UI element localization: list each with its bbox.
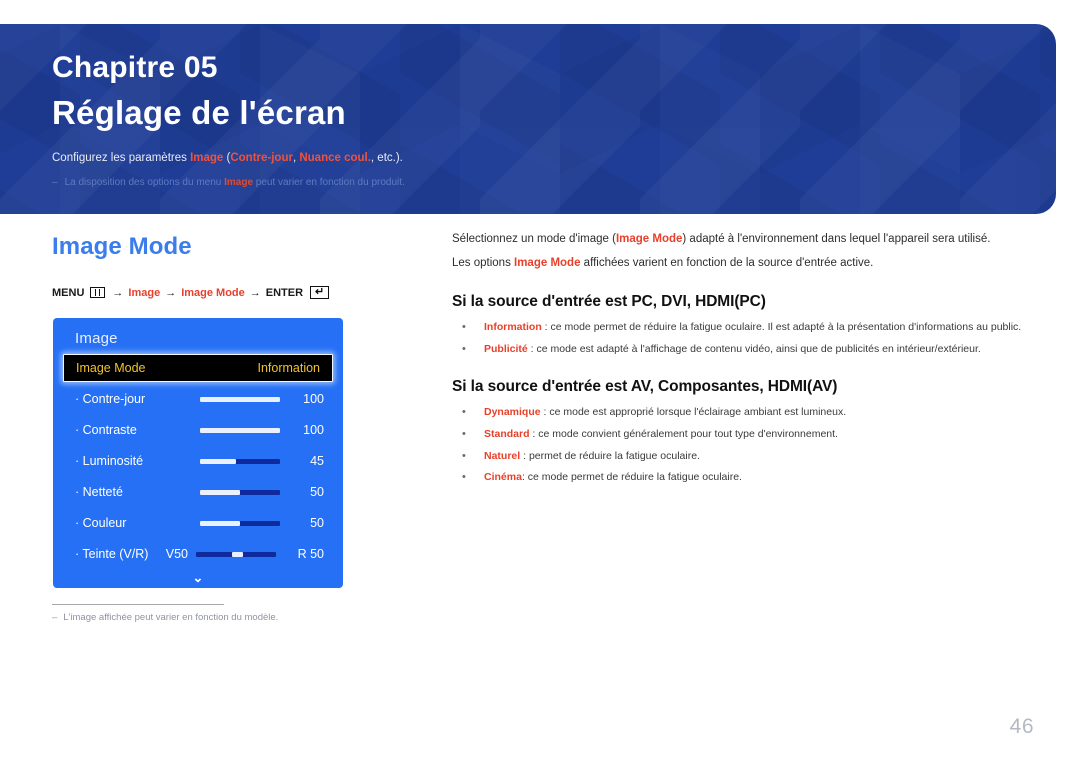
footnote-divider — [52, 604, 224, 605]
osd-slider-couleur[interactable] — [200, 520, 280, 526]
banner-desc-image-term: Image — [190, 152, 224, 164]
list-item: Naturel : permet de réduire la fatigue o… — [452, 449, 1028, 464]
mode-term: Standard — [484, 427, 530, 440]
osd-row-value: 50 — [310, 485, 324, 499]
mode-term: Naturel — [484, 449, 521, 462]
breadcrumb-menu-label: MENU — [52, 286, 85, 299]
mode-desc: : ce mode permet de réduire la fatigue o… — [521, 471, 742, 484]
intro-1-post: ) adapté à l'environnement dans lequel l… — [682, 233, 991, 245]
chapter-banner: Chapitre 05 Réglage de l'écran Configure… — [0, 24, 1056, 214]
osd-row-label: · Contre-jour — [75, 392, 146, 406]
osd-row-contre-jour[interactable]: · Contre-jour 100 — [53, 384, 343, 414]
subsection-heading-av: Si la source d'entrée est AV, Composante… — [452, 378, 838, 396]
osd-slider-contre-jour[interactable] — [200, 396, 280, 402]
menu-grid-icon — [90, 287, 106, 298]
footnote-text: L'image affichée peut varier en fonction… — [63, 612, 279, 623]
mode-desc: : ce mode convient généralement pour tou… — [529, 427, 838, 440]
mode-desc: : ce mode est approprié lorsque l'éclair… — [540, 406, 847, 419]
osd-slider-luminosite[interactable] — [200, 458, 280, 464]
list-item: Standard : ce mode convient généralement… — [452, 427, 1028, 442]
page-number: 46 — [1009, 715, 1034, 738]
osd-row-label: Image Mode — [76, 361, 146, 375]
osd-row-label: · Teinte (V/R) — [75, 547, 149, 561]
osd-row-label: · Netteté — [75, 485, 123, 499]
breadcrumb-arrow-2: → — [165, 286, 177, 299]
breadcrumb-arrow-3: → — [249, 286, 261, 299]
list-item: Information : ce mode permet de réduire … — [452, 320, 1028, 335]
osd-row-value: 45 — [310, 454, 324, 468]
breadcrumb-item-image-mode: Image Mode — [181, 286, 245, 299]
main-content: Sélectionnez un mode d'image (Image Mode… — [452, 232, 1028, 493]
intro-2-term: Image Mode — [514, 256, 581, 269]
breadcrumb: MENU → Image → Image Mode → ENTER ↵ — [52, 286, 330, 299]
osd-tint-left-value: V50 — [165, 547, 188, 561]
intro-1-term: Image Mode — [615, 233, 683, 245]
intro-2-post: affichées varient en fonction de la sour… — [580, 256, 874, 269]
banner-desc-pre: Configurez les paramètres — [52, 152, 191, 164]
osd-row-image-mode[interactable]: Image Mode Information — [63, 354, 333, 382]
mode-desc: : ce mode permet de réduire la fatigue o… — [541, 321, 1022, 334]
intro-paragraph-1: Sélectionnez un mode d'image (Image Mode… — [452, 232, 1028, 248]
chapter-title: Réglage de l'écran — [52, 94, 346, 131]
footnote-dash: ‒ — [52, 612, 58, 623]
osd-slider-nettete[interactable] — [200, 489, 280, 495]
mode-term: Publicité — [484, 342, 528, 355]
list-item: Dynamique : ce mode est approprié lorsqu… — [452, 405, 1028, 420]
osd-menu-rows: Image Mode Information · Contre-jour 100… — [53, 354, 343, 584]
banner-note-image-term: Image — [224, 177, 254, 188]
mode-term: Information — [484, 321, 542, 334]
osd-menu-title: Image — [75, 330, 118, 347]
banner-desc-backlight-term: Contre-jour — [230, 152, 293, 164]
osd-row-teinte[interactable]: · Teinte (V/R) V50 R 50 — [53, 539, 343, 569]
osd-slider-teinte[interactable] — [196, 551, 276, 557]
mode-desc: : ce mode est adapté à l'affichage de co… — [527, 342, 981, 355]
banner-note-dash: ‒ — [52, 177, 58, 188]
page-title: Image Mode — [52, 233, 192, 260]
banner-desc-post: , etc.). — [370, 152, 403, 164]
chapter-number: Chapitre 05 — [52, 51, 218, 84]
intro-2-pre: Les options — [452, 256, 515, 269]
enter-key-icon: ↵ — [310, 286, 330, 299]
osd-row-couleur[interactable]: · Couleur 50 — [53, 508, 343, 538]
banner-note-post: peut varier en fonction du produit. — [253, 177, 405, 188]
mode-desc: : permet de réduire la fatigue oculaire. — [520, 449, 700, 462]
osd-row-value: 50 — [310, 516, 324, 530]
osd-row-label: · Luminosité — [75, 454, 144, 468]
osd-menu-panel: Image Image Mode Information · Contre-jo… — [53, 318, 343, 588]
mode-list-pc: Information : ce mode permet de réduire … — [452, 320, 1028, 357]
osd-row-nettete[interactable]: · Netteté 50 — [53, 477, 343, 507]
osd-row-contraste[interactable]: · Contraste 100 — [53, 415, 343, 445]
intro-1-pre: Sélectionnez un mode d'image ( — [452, 233, 616, 245]
osd-slider-contraste[interactable] — [200, 427, 280, 433]
banner-note-pre: La disposition des options du menu — [64, 177, 225, 188]
osd-row-label: · Couleur — [75, 516, 127, 530]
osd-row-value: Information — [257, 361, 320, 375]
list-item: Publicité : ce mode est adapté à l'affic… — [452, 342, 1028, 357]
intro-paragraphs: Sélectionnez un mode d'image (Image Mode… — [452, 232, 1028, 271]
list-item: Cinéma: ce mode permet de réduire la fat… — [452, 470, 1028, 485]
breadcrumb-arrow-1: → — [112, 286, 124, 299]
breadcrumb-item-image: Image — [128, 286, 161, 299]
osd-row-value: 100 — [303, 392, 324, 406]
banner-desc-colortone-term: Nuance coul. — [299, 152, 371, 164]
mode-list-av: Dynamique : ce mode est approprié lorsqu… — [452, 405, 1028, 485]
chevron-down-icon[interactable]: ⌄ — [53, 571, 343, 584]
mode-term: Dynamique — [484, 406, 541, 419]
breadcrumb-enter-label: ENTER — [265, 286, 304, 299]
osd-tint-right-value: R 50 — [297, 547, 324, 561]
mode-term: Cinéma — [484, 471, 522, 484]
osd-row-label: · Contraste — [75, 423, 137, 437]
osd-row-value: 100 — [303, 423, 324, 437]
intro-paragraph-2: Les options Image Mode affichées varient… — [452, 256, 1028, 272]
subsection-heading-pc: Si la source d'entrée est PC, DVI, HDMI(… — [452, 293, 766, 311]
banner-note: ‒ La disposition des options du menu Imag… — [52, 177, 405, 188]
banner-description: Configurez les paramètres Image (Contre-… — [52, 152, 403, 164]
footnote: ‒ L'image affichée peut varier en fonctio… — [52, 612, 278, 623]
osd-row-luminosite[interactable]: · Luminosité 45 — [53, 446, 343, 476]
